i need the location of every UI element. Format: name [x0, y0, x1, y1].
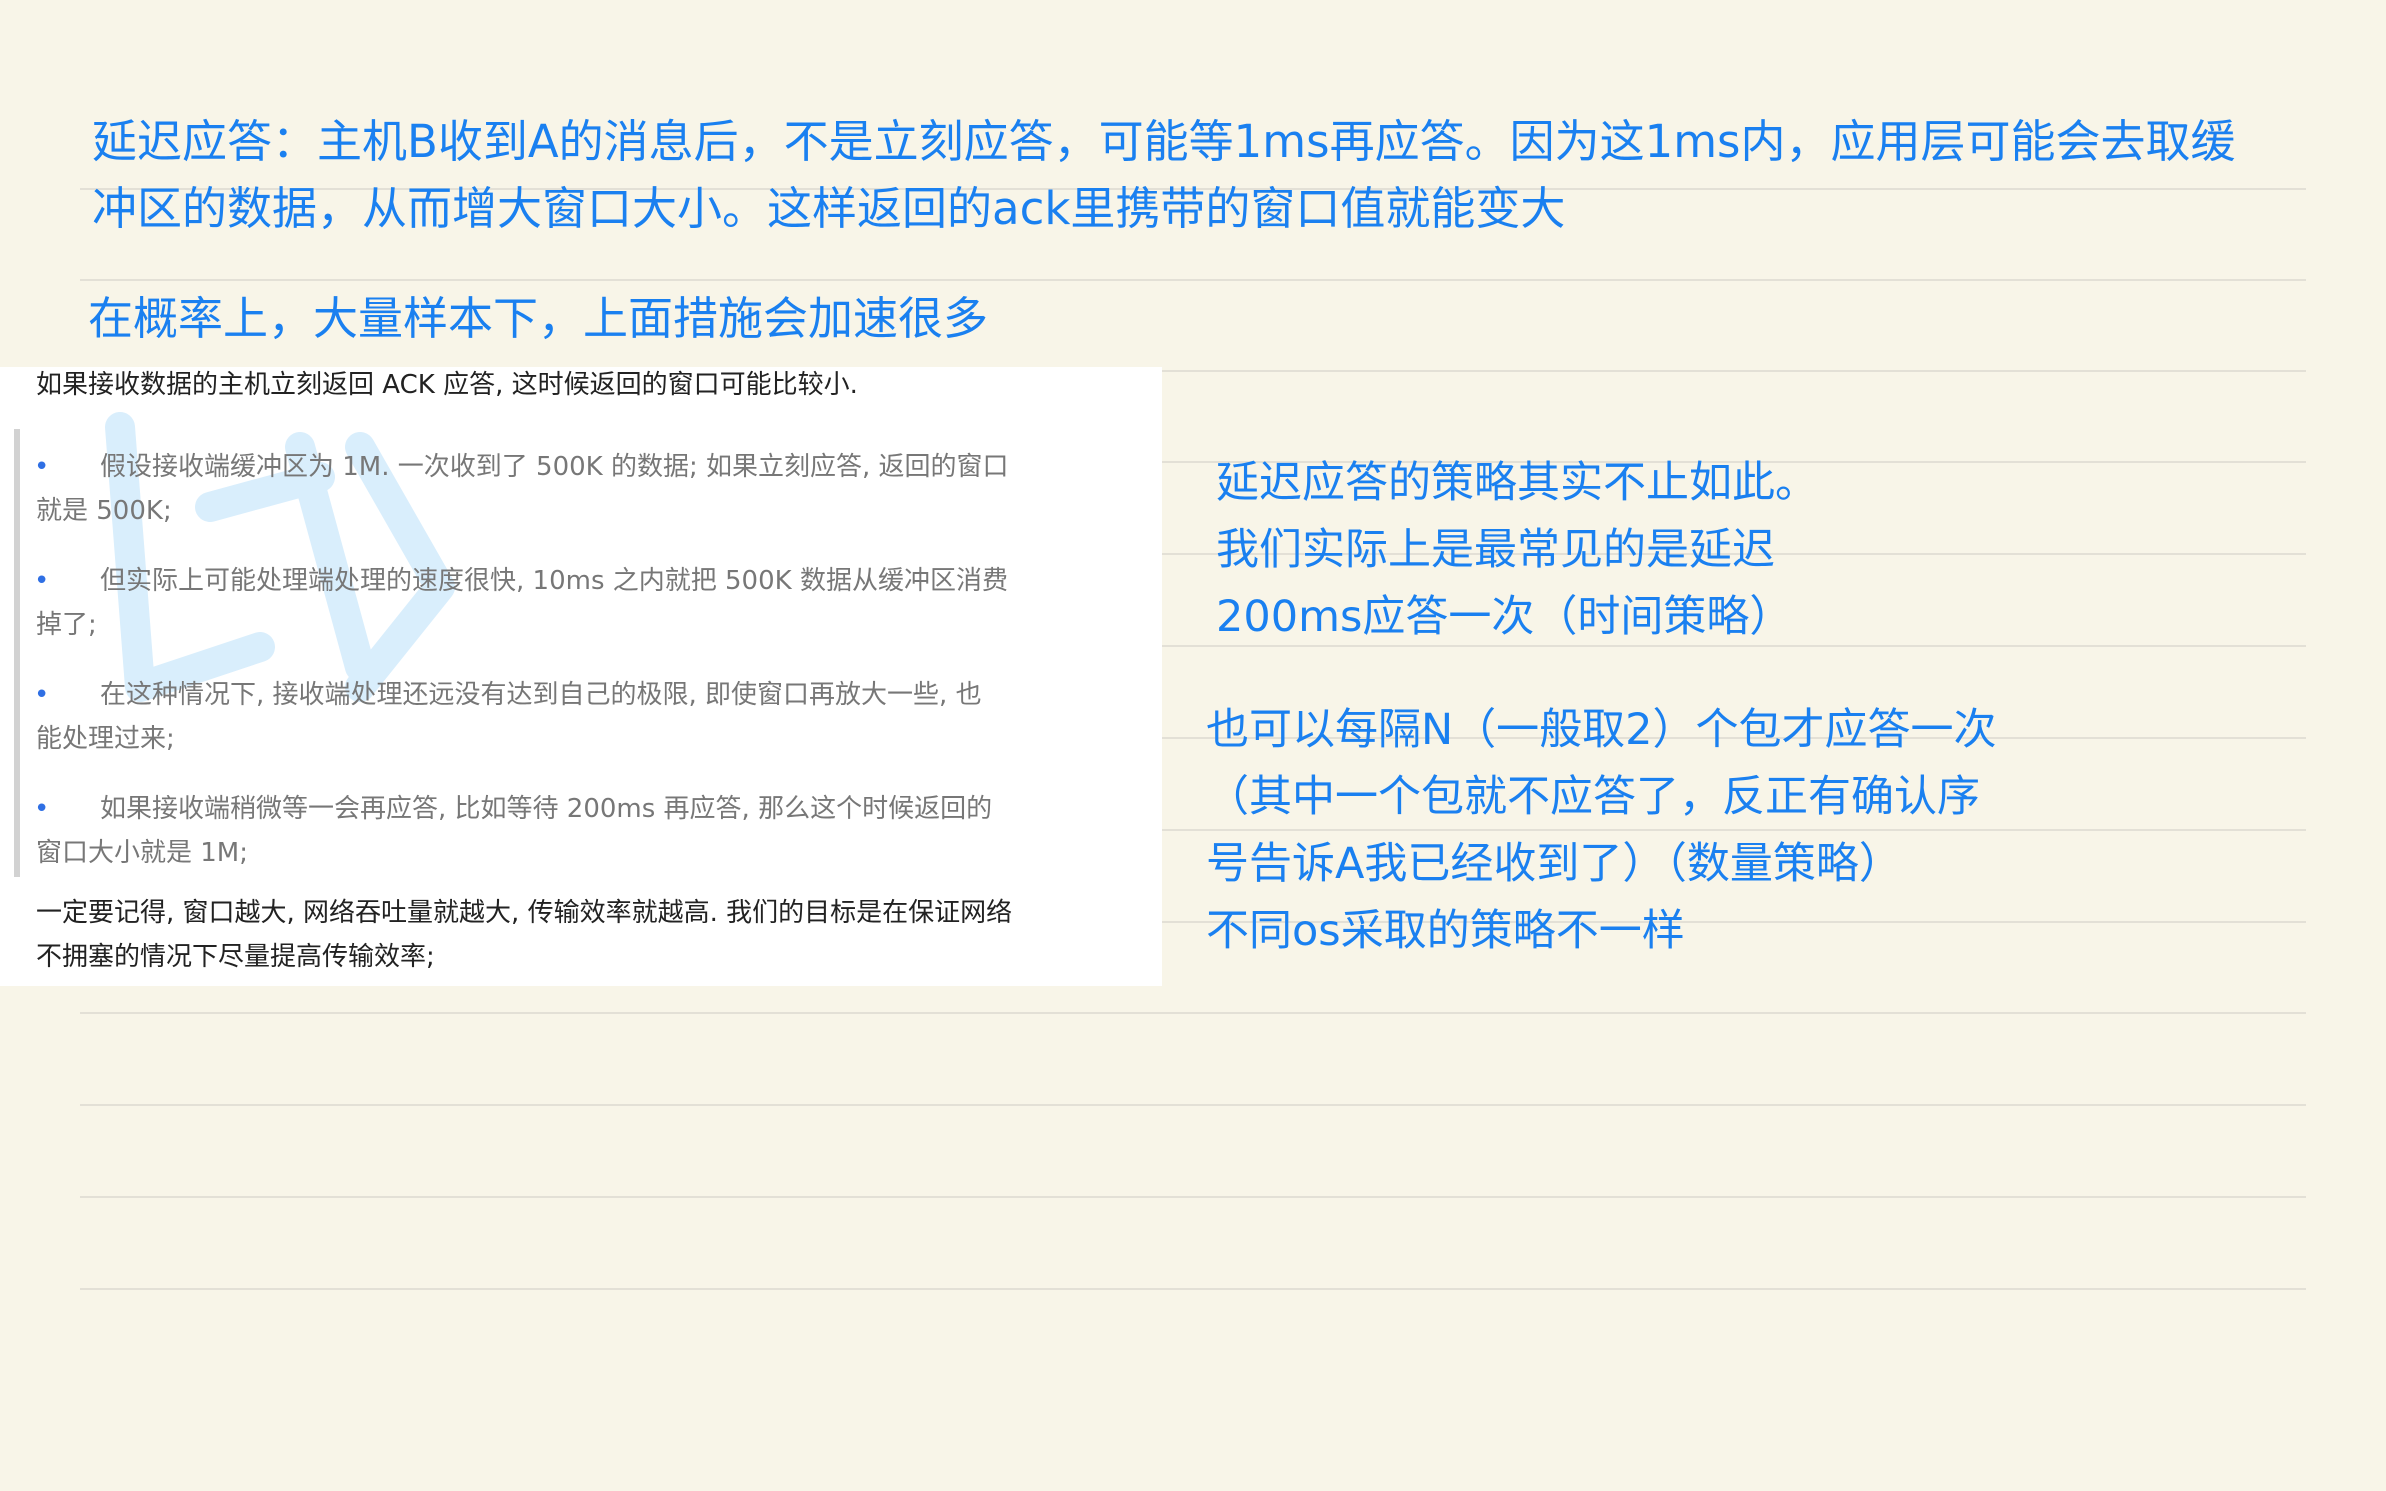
bullet-dot-icon: • — [34, 452, 50, 482]
list-item-text: 就是 500K; — [36, 496, 172, 526]
note-line: 200ms应答一次（时间策略） — [1216, 592, 1793, 642]
note-count-strategy: 也可以每隔N（一般取2）个包才应答一次 （其中一个包就不应答了，反正有确认序 号… — [1206, 697, 1997, 965]
note-probability-remark: 在概率上，大量样本下，上面措施会加速很多 — [88, 292, 989, 345]
card-outro-text: 一定要记得, 窗口越大, 网络吞吐量就越大, 传输效率就越高. 我们的目标是在保… — [36, 891, 1012, 979]
bullet-list: • 假设接收端缓冲区为 1M. 一次收到了 500K 的数据; 如果立刻应答, … — [34, 445, 1096, 901]
list-item-text: 假设接收端缓冲区为 1M. 一次收到了 500K 的数据; 如果立刻应答, 返回… — [100, 452, 1009, 482]
list-item-text: 如果接收端稍微等一会再应答, 比如等待 200ms 再应答, 那么这个时候返回的 — [100, 794, 993, 824]
list-item-text: 但实际上可能处理端处理的速度很快, 10ms 之内就把 500K 数据从缓冲区消… — [100, 566, 1008, 596]
outro-line: 不拥塞的情况下尽量提高传输效率; — [36, 942, 435, 972]
note-time-strategy: 延迟应答的策略其实不止如此。 我们实际上是最常见的是延迟 200ms应答一次（时… — [1216, 450, 1818, 651]
ruled-line — [80, 279, 2306, 281]
card-intro-text: 如果接收数据的主机立刻返回 ACK 应答, 这时候返回的窗口可能比较小. — [36, 370, 858, 400]
outro-line: 一定要记得, 窗口越大, 网络吞吐量就越大, 传输效率就越高. 我们的目标是在保… — [36, 898, 1013, 928]
note-line: 延迟应答的策略其实不止如此。 — [1216, 458, 1818, 508]
note-line: 号告诉A我已经收到了）（数量策略） — [1206, 839, 1902, 889]
note-line: 冲区的数据，从而增大窗口大小。这样返回的ack里携带的窗口值就能变大 — [92, 182, 1566, 235]
blockquote-bar — [14, 429, 20, 877]
list-item-text: 能处理过来; — [36, 724, 175, 754]
bullet-dot-icon: • — [34, 566, 50, 596]
note-line: 延迟应答：主机B收到A的消息后，不是立刻应答，可能等1ms再应答。因为这1ms内… — [92, 115, 2236, 168]
note-line: 也可以每隔N（一般取2）个包才应答一次 — [1206, 705, 1997, 755]
list-item: • 假设接收端缓冲区为 1M. 一次收到了 500K 的数据; 如果立刻应答, … — [34, 445, 1096, 533]
ruled-line — [80, 1012, 2306, 1014]
list-item-text: 窗口大小就是 1M; — [36, 838, 248, 868]
list-item: • 在这种情况下, 接收端处理还远没有达到自己的极限, 即使窗口再放大一些, 也… — [34, 673, 1096, 761]
list-item-text: 掉了; — [36, 610, 97, 640]
bullet-dot-icon: • — [34, 794, 50, 824]
pasted-screenshot: 如果接收数据的主机立刻返回 ACK 应答, 这时候返回的窗口可能比较小. • 假… — [0, 367, 1162, 986]
list-item-text: 在这种情况下, 接收端处理还远没有达到自己的极限, 即使窗口再放大一些, 也 — [100, 680, 982, 710]
list-item: • 如果接收端稍微等一会再应答, 比如等待 200ms 再应答, 那么这个时候返… — [34, 787, 1096, 875]
ruled-line — [80, 1288, 2306, 1290]
note-delayed-ack-summary: 延迟应答：主机B收到A的消息后，不是立刻应答，可能等1ms再应答。因为这1ms内… — [92, 108, 2235, 242]
ruled-line — [80, 1104, 2306, 1106]
ruled-line — [80, 1196, 2306, 1198]
list-item: • 但实际上可能处理端处理的速度很快, 10ms 之内就把 500K 数据从缓冲… — [34, 559, 1096, 647]
note-line: 不同os采取的策略不一样 — [1206, 906, 1685, 956]
bullet-dot-icon: • — [34, 680, 50, 710]
note-line: 我们实际上是最常见的是延迟 — [1216, 525, 1775, 575]
note-line: （其中一个包就不应答了，反正有确认序 — [1206, 772, 1980, 822]
